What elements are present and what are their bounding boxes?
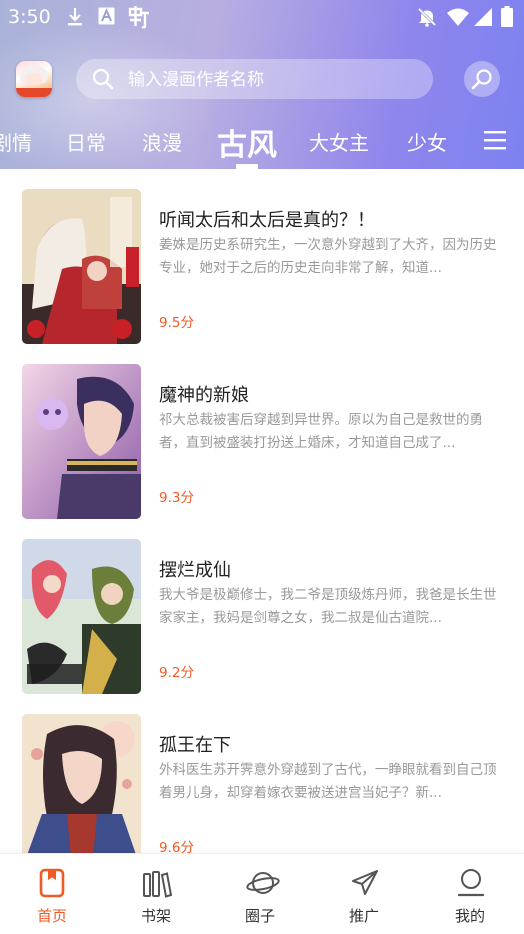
home-book-icon [39, 868, 65, 898]
active-tab-indicator [236, 164, 258, 169]
comic-description: 外科医生苏开霁意外穿越到了古代，一睁眼就看到自己顶着男儿身，却穿着嫁衣要被送进宫… [159, 762, 497, 801]
comic-cover[interactable] [22, 189, 141, 344]
paper-plane-icon [352, 870, 378, 895]
status-time: 3:50 [8, 6, 51, 28]
tab-ancient[interactable]: 古风 [217, 120, 277, 164]
category-tabs: 剧情 日常 浪漫 古风 大女主 少女 [0, 112, 524, 169]
comic-description: 我大爷是极巅修士，我二爷是顶级炼丹师，我爸是长生世家家主，我妈是剑尊之女，我二叔… [159, 587, 497, 626]
comic-score: 9.2分 [159, 665, 194, 681]
comic-item[interactable]: 魔神的新娘 祁大总裁被害后穿越到异世界。原以为自己是救世的勇者，直到被盛装打扮送… [0, 344, 524, 519]
search-bar[interactable] [76, 59, 433, 101]
nav-circle[interactable]: 圈子 [208, 854, 312, 934]
comic-list: 听闻太后和太后是真的？！ 姜姝是历史系研究生，一次意外穿越到了大齐，因为历史专业… [0, 169, 524, 854]
comic-score: 9.3分 [159, 490, 194, 506]
search-icon [92, 68, 114, 94]
comic-item[interactable]: 孤王在下 外科医生苏开霁意外穿越到了古代，一睁眼就看到自己顶着男儿身，却穿着嫁衣… [0, 694, 524, 854]
status-bar: 3:50 [0, 0, 524, 36]
comic-cover[interactable] [22, 364, 141, 519]
nav-label: 圈子 [244, 907, 275, 925]
app-notification-icon [127, 5, 151, 33]
tab-drama[interactable]: 剧情 [0, 127, 32, 156]
comic-title: 魔神的新娘 [159, 385, 249, 406]
nav-promote[interactable]: 推广 [312, 854, 416, 934]
download-icon [67, 7, 83, 31]
nav-profile[interactable]: 我的 [418, 854, 522, 934]
comic-title: 孤王在下 [159, 735, 231, 756]
nav-label: 首页 [36, 907, 67, 925]
wifi-icon [447, 8, 469, 30]
header: 3:50 输入漫画作者名称 剧情 日常 浪漫 古风 大女主 少女 [0, 0, 524, 169]
nav-home[interactable]: 首页 [0, 854, 104, 934]
tab-romance[interactable]: 浪漫 [142, 127, 182, 156]
bookshelf-icon [143, 871, 172, 898]
nav-label: 推广 [348, 907, 379, 925]
tab-daily[interactable]: 日常 [66, 127, 106, 156]
comic-description: 姜姝是历史系研究生，一次意外穿越到了大齐，因为历史专业，她对于之后的历史走向非常… [159, 237, 497, 276]
a-notification-icon [98, 7, 115, 29]
nav-label: 书架 [140, 907, 171, 925]
comic-item[interactable]: 摆烂成仙 我大爷是极巅修士，我二爷是顶级炼丹师，我爸是长生世家家主，我妈是剑尊之… [0, 519, 524, 694]
search-button[interactable] [464, 61, 500, 97]
search-input[interactable] [126, 59, 420, 101]
comic-score: 9.5分 [159, 315, 194, 331]
top-bar [0, 56, 524, 102]
nav-bookshelf[interactable]: 书架 [104, 854, 208, 934]
signal-icon [474, 8, 492, 30]
nav-label: 我的 [454, 907, 485, 925]
app-logo[interactable] [16, 61, 52, 97]
comic-description: 祁大总裁被害后穿越到异世界。原以为自己是救世的勇者，直到被盛装打扮送上婚床，才知… [159, 412, 483, 451]
magnifier-icon [471, 69, 492, 90]
comic-cover[interactable] [22, 714, 141, 854]
profile-icon [457, 869, 485, 897]
comic-title: 摆烂成仙 [159, 560, 231, 581]
battery-icon [501, 6, 513, 31]
menu-icon[interactable] [484, 130, 506, 154]
comic-score: 9.6分 [159, 840, 194, 854]
tab-heroine[interactable]: 大女主 [309, 127, 369, 156]
comic-cover[interactable] [22, 539, 141, 694]
comic-title: 听闻太后和太后是真的？！ [159, 210, 375, 231]
bottom-nav: 首页 书架 圈子 推广 我的 [0, 853, 524, 934]
tab-girls[interactable]: 少女 [407, 127, 447, 156]
bell-off-icon [417, 7, 437, 31]
comic-item[interactable]: 听闻太后和太后是真的？！ 姜姝是历史系研究生，一次意外穿越到了大齐，因为历史专业… [0, 169, 524, 344]
planet-icon [246, 872, 280, 894]
